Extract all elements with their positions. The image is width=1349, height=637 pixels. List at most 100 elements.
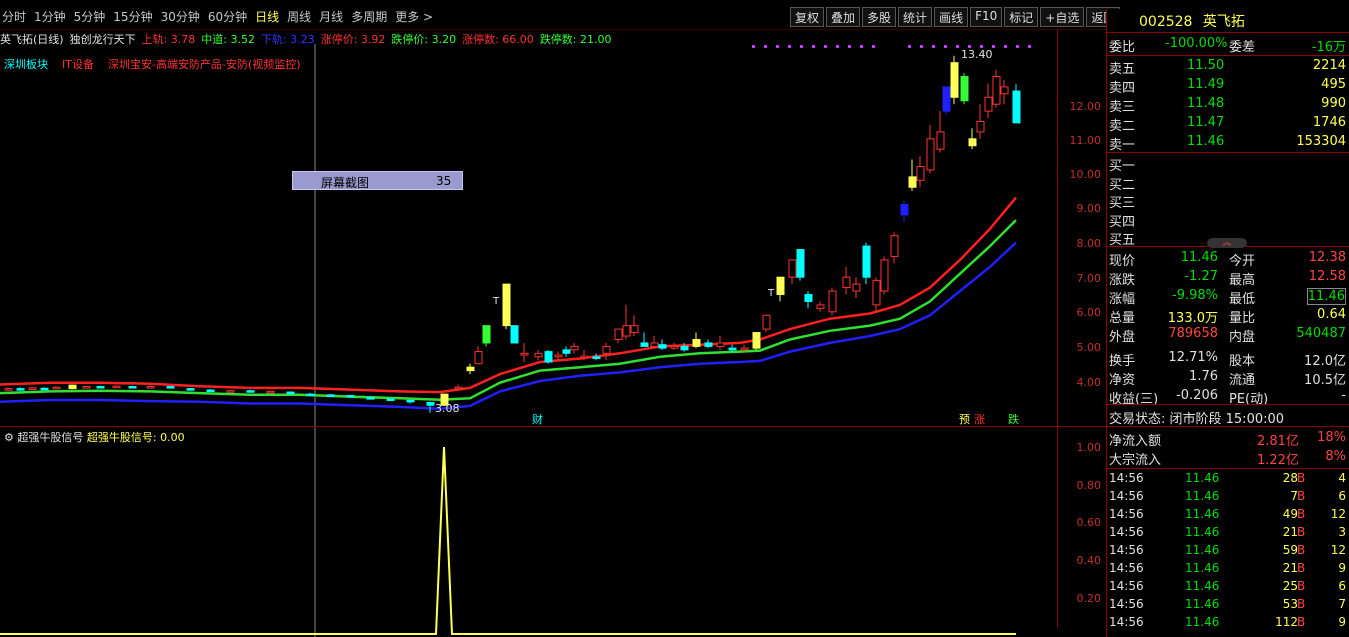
signal-dot [872, 45, 875, 48]
bid-row: 买四 [1109, 214, 1136, 230]
tick-row: 14:56 11.46 28 B 4 [1109, 471, 1346, 485]
candle [82, 385, 91, 389]
indicator-tick: 0.40 [1076, 554, 1102, 567]
tick-row: 14:56 11.46 53 B 7 [1109, 597, 1346, 611]
period-tab-9[interactable]: 多周期 [351, 8, 387, 26]
candle [752, 332, 761, 350]
candle [510, 325, 519, 344]
tool-button-4[interactable]: 画线 [934, 7, 969, 27]
price-tick: 9.00 [1076, 202, 1102, 215]
period-tab-5[interactable]: 60分钟 [208, 8, 247, 26]
period-tab-8[interactable]: 月线 [319, 8, 343, 26]
stat-row: 换手 12.71% 股本 12.0亿 [1109, 350, 1346, 369]
price-tick: 8.00 [1076, 237, 1102, 250]
candle [286, 391, 295, 395]
indicator-chart[interactable] [0, 427, 1056, 637]
tick-row: 14:56 11.46 25 B 6 [1109, 579, 1346, 593]
tool-button-5[interactable]: F10 [970, 7, 1003, 27]
candle [206, 388, 215, 392]
candle [520, 342, 529, 362]
stat-row: 涨跌 -1.27 最高 12.58 [1109, 269, 1346, 288]
tool-button-1[interactable]: 叠加 [826, 7, 861, 27]
indicator-tick: 0.80 [1076, 479, 1102, 492]
candle [960, 73, 969, 105]
collapse-button[interactable]: ︽ [1207, 238, 1247, 248]
price-tick: 11.00 [1069, 134, 1102, 147]
candle [728, 344, 737, 352]
signal-dot [848, 45, 851, 48]
tool-button-6[interactable]: 标记 [1004, 7, 1039, 27]
candle [570, 342, 579, 354]
candle [872, 277, 881, 312]
block-inflow-row: 大宗流入 1.22亿 8% [1109, 449, 1346, 468]
candle [602, 342, 611, 361]
ask-row: 卖一 11.46 153304 [1109, 134, 1346, 153]
screenshot-label: 屏幕截图 [321, 176, 370, 190]
candle [386, 398, 395, 402]
limit-down-price: 跌停价: 3.20 [391, 33, 457, 46]
bid-row: 买一 [1109, 159, 1136, 174]
candle [936, 111, 945, 153]
candle [166, 385, 175, 389]
limit-up-count: 涨停数: 66.00 [462, 33, 534, 46]
indicator-name[interactable]: 独创龙行天下 [70, 31, 136, 46]
ask-row: 卖四 11.49 495 [1109, 77, 1346, 96]
candlestick-chart[interactable]: 13.40 3.08 财 预 涨 跌 T T [0, 44, 1056, 426]
signal-dot [1004, 45, 1007, 48]
period-tab-6[interactable]: 日线 [255, 8, 279, 26]
period-tab-0[interactable]: 分时 [2, 8, 26, 26]
period-tab-4[interactable]: 30分钟 [161, 8, 200, 26]
candle [1000, 79, 1009, 105]
period-tab-2[interactable]: 5分钟 [74, 8, 106, 26]
stat-row: 现价 11.46 今开 12.38 [1109, 250, 1346, 269]
tick-row: 14:56 11.46 21 B 3 [1109, 525, 1346, 539]
ask-row: 卖三 11.48 990 [1109, 96, 1346, 115]
period-tab-3[interactable]: 15分钟 [113, 8, 152, 26]
quote-panel: 002528 英飞拓 委比 -100.00% 委差 -16万 卖五 11.50 22… [1106, 9, 1349, 637]
candle [762, 314, 771, 333]
bid-row: 买二 [1109, 177, 1136, 193]
t-marker-1: T [492, 296, 500, 307]
tool-button-2[interactable]: 多股 [862, 7, 897, 27]
candle [466, 363, 475, 375]
signal-dot [752, 45, 755, 48]
price-tick: 4.00 [1076, 376, 1102, 389]
candle [482, 325, 491, 347]
candle [992, 69, 1001, 108]
tool-button-7[interactable]: +自选 [1040, 7, 1085, 27]
tool-button-3[interactable]: 统计 [898, 7, 933, 27]
candle [562, 346, 571, 357]
low-annotation: 3.08 [435, 402, 460, 415]
candle [916, 156, 925, 188]
pre-marker: 预 [959, 413, 970, 426]
candle [52, 385, 61, 390]
tick-row: 14:56 11.46 7 B 6 [1109, 489, 1346, 503]
screenshot-value: 35 [436, 174, 452, 188]
high-annotation: 13.40 [961, 48, 993, 61]
signal-dot [920, 45, 923, 48]
tick-row: 14:56 11.46 21 B 9 [1109, 561, 1346, 575]
candle [68, 384, 77, 390]
period-tab-1[interactable]: 1分钟 [34, 8, 66, 26]
candle [788, 259, 797, 285]
indicator-tick: 0.20 [1076, 592, 1102, 605]
candle [984, 83, 993, 119]
stat-row: 净资 1.76 流通 10.5亿 [1109, 369, 1346, 388]
stat-row: 外盘 789658 内盘 540487 [1109, 326, 1346, 345]
screenshot-tooltip[interactable]: 屏幕截图 35 [292, 171, 463, 190]
candle [502, 283, 511, 330]
signal-dot [824, 45, 827, 48]
t-marker-2: T [767, 288, 775, 299]
rise-marker: 涨 [974, 413, 985, 426]
candle [614, 328, 623, 343]
candle [454, 384, 463, 390]
period-tab-7[interactable]: 周线 [287, 8, 311, 26]
period-tab-10[interactable]: 更多 > [395, 8, 433, 26]
signal-dot [908, 45, 911, 48]
candle [842, 266, 851, 295]
indicator-tick: 0.60 [1076, 516, 1102, 529]
fall-marker: 跌 [1008, 412, 1019, 426]
tool-button-0[interactable]: 复权 [790, 7, 825, 27]
stock-code: 002528 [1139, 14, 1193, 30]
period-tabs: 分时 1分钟 5分钟 15分钟 30分钟 60分钟 日线 周线 月线 多周期 更多 > [2, 8, 433, 26]
